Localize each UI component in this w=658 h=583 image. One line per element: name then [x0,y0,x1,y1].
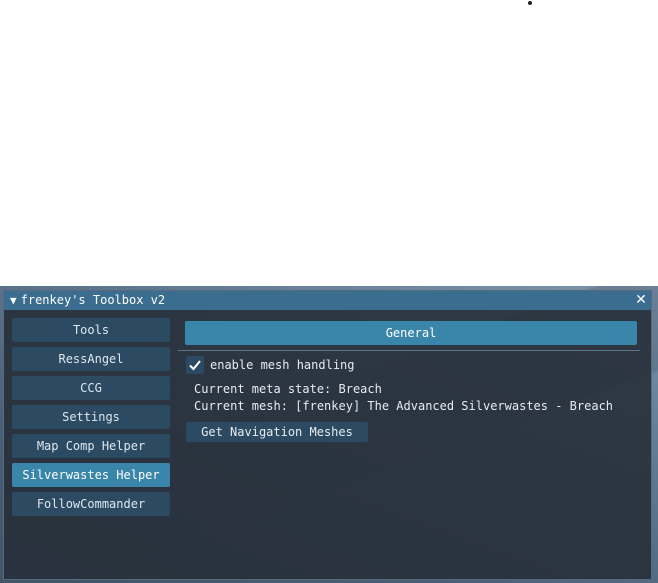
current-mesh-text: Current mesh: [frenkey] The Advanced Sil… [194,399,614,413]
sidebar-item-settings[interactable]: Settings [12,405,170,429]
tab-separator [178,350,640,351]
checkmark-icon [189,360,201,371]
window-title: frenkey's Toolbox v2 [20,293,166,307]
close-icon[interactable]: ✕ [634,293,648,307]
sidebar-item-map-comp-helper[interactable]: Map Comp Helper [12,434,170,458]
mesh-handling-row: enable mesh handling [186,356,355,374]
sidebar-item-ressangel[interactable]: RessAngel [12,347,170,371]
get-navigation-meshes-button[interactable]: Get Navigation Meshes [186,422,368,442]
sidebar: Tools RessAngel CCG Settings Map Comp He… [12,318,170,521]
sidebar-item-silverwastes-helper[interactable]: Silverwastes Helper [12,463,170,487]
sidebar-item-followcommander[interactable]: FollowCommander [12,492,170,516]
mesh-handling-label: enable mesh handling [210,358,355,372]
sidebar-item-ccg[interactable]: CCG [12,376,170,400]
meta-state-text: Current meta state: Breach [194,382,382,396]
screen: ▼ frenkey's Toolbox v2 ✕ Tools RessAngel … [0,0,658,583]
collapse-arrow-icon[interactable]: ▼ [10,291,17,310]
sidebar-item-tools[interactable]: Tools [12,318,170,342]
toolbox-window: ▼ frenkey's Toolbox v2 ✕ Tools RessAngel … [3,290,652,580]
window-titlebar[interactable]: ▼ frenkey's Toolbox v2 ✕ [4,291,651,310]
cursor-dot [528,1,532,5]
tab-general[interactable]: General [185,321,637,345]
mesh-handling-checkbox[interactable] [186,356,204,374]
